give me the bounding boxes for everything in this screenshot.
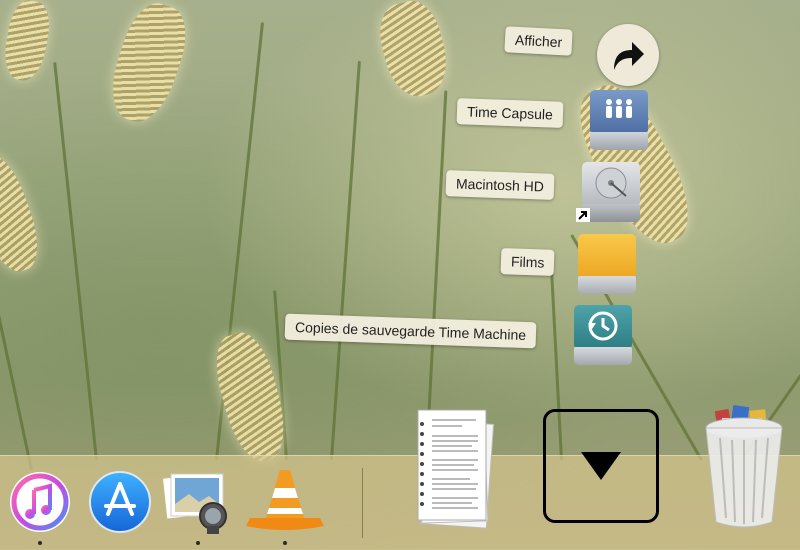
stack-item-label: Time Capsule — [456, 98, 564, 128]
running-indicator — [283, 541, 287, 545]
itunes-icon — [10, 472, 70, 532]
running-indicator — [196, 541, 200, 545]
stack-item-label: Afficher — [504, 26, 573, 56]
time-capsule-drive-icon[interactable] — [590, 90, 648, 150]
forward-arrow-icon[interactable] — [597, 24, 659, 86]
dock-item-itunes[interactable] — [8, 470, 72, 534]
yellow-drive-icon[interactable] — [578, 234, 636, 294]
vlc-icon — [246, 470, 324, 530]
dock-item-preview[interactable] — [163, 470, 231, 536]
stack-down-arrow-icon — [581, 452, 621, 480]
hard-drive-icon[interactable] — [576, 162, 640, 222]
documents-stack-icon — [417, 409, 495, 529]
app-store-icon — [89, 471, 151, 533]
stack-item-label: Macintosh HD — [445, 170, 555, 200]
dock-item-trash[interactable] — [698, 404, 790, 532]
dock-item-volumes-stack[interactable] — [543, 409, 659, 523]
dock-item-app-store[interactable] — [88, 470, 152, 534]
alias-arrow-icon — [576, 208, 590, 222]
time-machine-drive-icon[interactable] — [574, 305, 632, 365]
running-indicator — [38, 541, 42, 545]
dock-item-documents-stack[interactable] — [412, 404, 500, 534]
trash-icon — [705, 404, 783, 528]
preview-icon — [163, 473, 227, 534]
dock-item-vlc[interactable] — [244, 466, 326, 536]
stack-item-label: Films — [500, 248, 555, 276]
dock-separator — [362, 468, 363, 538]
